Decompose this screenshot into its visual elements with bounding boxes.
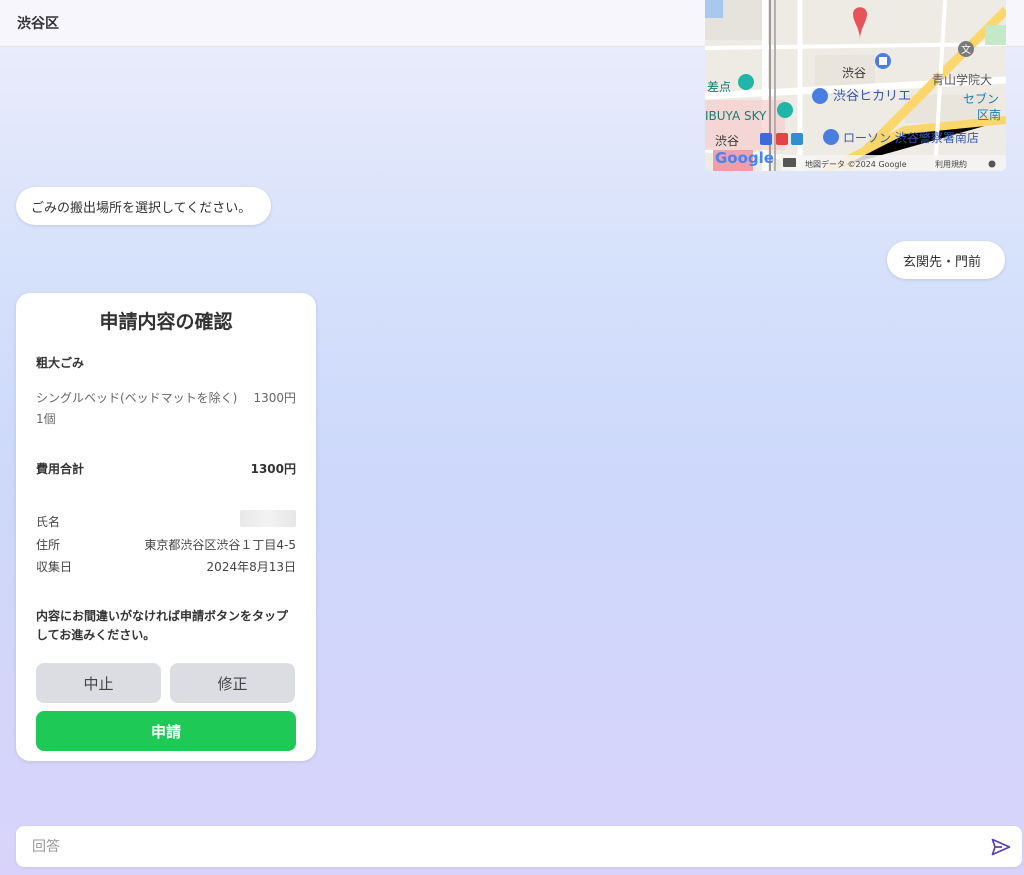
poi-pin-icon xyxy=(823,129,839,145)
answer-input[interactable] xyxy=(16,826,980,867)
item-quantity: 1個 xyxy=(36,412,56,426)
map-label: 青山学院大 xyxy=(932,72,992,87)
map-label: セブン xyxy=(963,91,999,106)
user-message-text: 玄関先・門前 xyxy=(903,254,982,270)
send-icon xyxy=(991,838,1011,855)
map-label: IBUYA SKY xyxy=(705,109,767,123)
name-label: 氏名 xyxy=(36,515,61,529)
map-attribution: 地図データ ©2024 Google xyxy=(805,159,907,169)
bot-message-text: ごみの搬出場所を選択してください。 xyxy=(31,200,252,216)
edit-button[interactable]: 修正 xyxy=(170,663,295,703)
total-label: 費用合計 xyxy=(36,462,85,476)
header-title: 渋谷区 xyxy=(17,16,59,32)
apply-button[interactable]: 申請 xyxy=(36,711,296,751)
google-logo: Google xyxy=(715,149,774,167)
map-label: 区南 xyxy=(977,107,1001,122)
confirmation-card: 申請内容の確認 粗大ごみ シングルベッド(ベッドマットを除く) 1300円 1個… xyxy=(16,293,316,761)
map-card[interactable]: 文 渋谷 青山学院大 セブン 区南 渋谷ヒカリエ 差点 IBUYA SKY 渋谷… xyxy=(705,0,1006,171)
map-terms-link[interactable]: 利用規約 xyxy=(935,159,967,169)
confirm-note: 内容にお間違いがなければ申請ボタンをタップしてお進みください。 xyxy=(36,609,289,642)
map-label: 渋谷 xyxy=(842,66,866,80)
address-value: 東京都渋谷区渋谷１丁目4-5 xyxy=(144,538,296,552)
map-label: 渋谷ヒカリエ xyxy=(833,89,911,104)
category-label: 粗大ごみ xyxy=(36,356,85,370)
map-view[interactable]: 文 渋谷 青山学院大 セブン 区南 渋谷ヒカリエ 差点 IBUYA SKY 渋谷… xyxy=(705,0,1006,171)
item-name: シングルベッド(ベッドマットを除く) xyxy=(36,391,238,405)
poi-pin-icon xyxy=(812,88,828,104)
report-icon[interactable] xyxy=(988,160,996,168)
keyboard-icon[interactable] xyxy=(783,158,796,167)
cancel-button[interactable]: 中止 xyxy=(36,663,161,703)
confirm-title: 申請内容の確認 xyxy=(99,311,233,333)
poi-pin-icon xyxy=(777,102,793,118)
collection-date-label: 収集日 xyxy=(36,560,73,574)
collection-date-value: 2024年8月13日 xyxy=(206,560,296,574)
bot-message-bubble: ごみの搬出場所を選択してください。 xyxy=(16,187,271,225)
name-value-redacted xyxy=(240,510,296,527)
transit-icon xyxy=(760,133,772,145)
map-label: 差点 xyxy=(707,80,731,94)
svg-text:文: 文 xyxy=(961,43,971,56)
poi-pin-icon xyxy=(738,74,754,90)
transit-icon xyxy=(791,133,803,145)
answer-input-bar xyxy=(16,826,1022,867)
map-label: 渋谷 xyxy=(715,134,739,148)
address-label: 住所 xyxy=(36,538,61,552)
user-message-bubble: 玄関先・門前 xyxy=(887,241,1005,279)
send-button[interactable] xyxy=(980,826,1022,867)
total-value: 1300円 xyxy=(250,462,296,476)
map-label: ローソン 渋谷警察署南店 xyxy=(843,130,979,145)
transit-icon xyxy=(776,133,788,145)
item-price: 1300円 xyxy=(253,391,296,405)
